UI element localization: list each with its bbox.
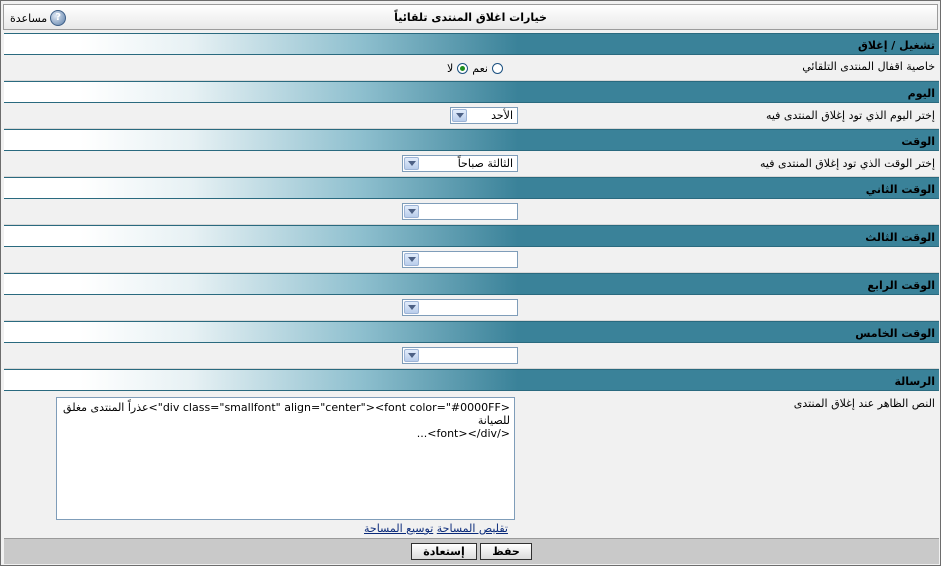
day-select[interactable]: الأحد [450,107,518,124]
yes-label: نعم [472,62,488,75]
message-label: النص الظاهر عند إغلاق المنتدى [793,397,935,410]
textarea-size-links: تقليص المساحة توسيع المساحة [364,522,508,535]
expand-area-link[interactable]: توسيع المساحة [364,522,433,535]
help-label[interactable]: مساعدة [10,12,47,25]
time5-row [4,343,939,369]
section-message-title: الرسالة [894,375,936,388]
time2-select[interactable] [402,203,518,220]
autoclose-options-window: خيارات اغلاق المنتدى تلقائياً ? مساعدة ت… [0,0,941,566]
section-time4-title: الوقت الرابع [867,279,935,292]
time5-select[interactable] [402,347,518,364]
chevron-down-icon[interactable] [404,157,419,170]
section-time5: الوقت الخامس [4,321,939,343]
time4-row [4,295,939,321]
time2-row [4,199,939,225]
help-link[interactable]: ? مساعدة [10,10,67,26]
footer-bar: حفظ إستعادة [4,538,939,564]
chevron-down-icon[interactable] [404,205,419,218]
time3-select[interactable] [402,251,518,268]
yes-radio[interactable] [491,63,503,74]
section-day-title: اليوم [907,87,935,100]
message-textarea[interactable]: <div class="smallfont" align="center"><f… [56,397,515,520]
autoclose-row: خاصية اقفال المنتدى التلقائي لا نعم [4,55,939,81]
section-day: اليوم [4,81,939,103]
chevron-down-icon[interactable] [404,253,419,266]
section-time3: الوقت الثالث [4,225,939,247]
no-radio[interactable] [457,63,469,74]
title-bar: خيارات اغلاق المنتدى تلقائياً ? مساعدة [3,4,938,30]
save-button[interactable]: حفظ [480,543,532,560]
section-time2: الوقت الثاني [4,177,939,199]
section-time4: الوقت الرابع [4,273,939,295]
message-line-2: </font></div>... [416,427,510,440]
day-row: إختر اليوم الذي تود إغلاق المنتدى فيه ال… [4,103,939,129]
window-title: خيارات اغلاق المنتدى تلقائياً [394,11,547,24]
autoclose-label: خاصية اقفال المنتدى التلقائي [802,60,935,73]
section-time3-title: الوقت الثالث [865,231,935,244]
time-row: إختر الوقت الذي تود إغلاق المنتدى فيه ال… [4,151,939,177]
autoclose-radio-group: لا نعم [447,62,503,75]
message-line-1: <div class="smallfont" align="center"><f… [63,401,510,427]
section-time: الوقت [4,129,939,151]
section-onoff: تشغيل / إغلاق [4,33,939,55]
time3-row [4,247,939,273]
section-time2-title: الوقت الثاني [865,183,935,196]
section-time5-title: الوقت الخامس [855,327,935,340]
time4-select[interactable] [402,299,518,316]
section-time-title: الوقت [901,135,935,148]
time-select[interactable]: الثالثة صباحاً [402,155,518,172]
time-label: إختر الوقت الذي تود إغلاق المنتدى فيه [760,157,935,170]
no-label: لا [447,62,454,75]
help-icon[interactable]: ? [50,10,67,26]
chevron-down-icon[interactable] [452,109,467,122]
chevron-down-icon[interactable] [404,349,419,362]
chevron-down-icon[interactable] [404,301,419,314]
time-select-value: الثالثة صباحاً [457,157,513,170]
shrink-area-link[interactable]: تقليص المساحة [437,522,508,535]
section-onoff-title: تشغيل / إغلاق [858,39,935,52]
day-select-value: الأحد [491,109,513,122]
section-message: الرسالة [4,369,939,391]
reset-button[interactable]: إستعادة [411,543,477,560]
day-label: إختر اليوم الذي تود إغلاق المنتدى فيه [765,109,935,122]
